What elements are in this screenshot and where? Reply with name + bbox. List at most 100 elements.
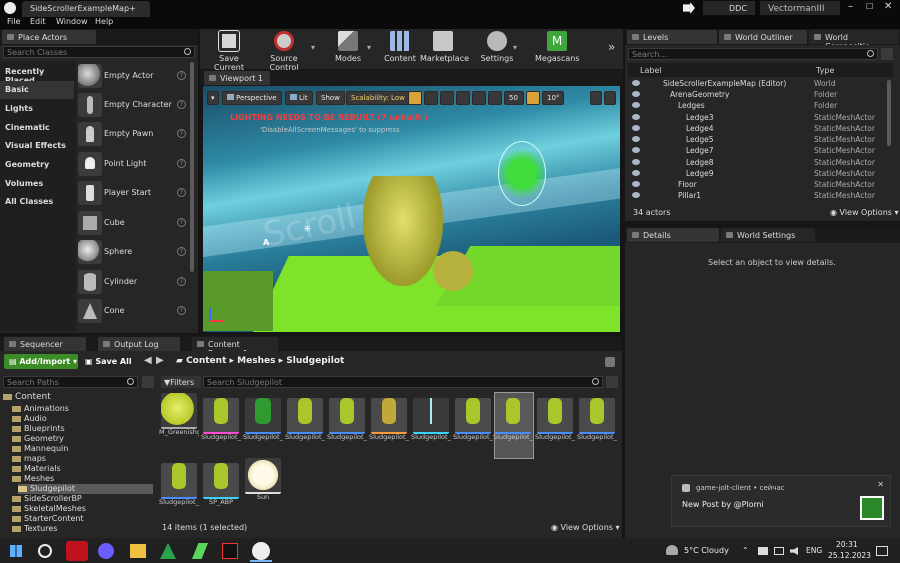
- tab-levels[interactable]: Levels: [627, 30, 717, 44]
- breadcrumb-content[interactable]: Content: [186, 356, 226, 366]
- place-actors-scrollbar[interactable]: [190, 62, 194, 272]
- settings-button[interactable]: Settings: [480, 31, 514, 67]
- asset-save-search-icon[interactable]: [606, 376, 618, 388]
- tab-viewport-1[interactable]: Viewport 1: [204, 71, 270, 85]
- actor-empty-pawn[interactable]: Empty Pawn?: [76, 120, 190, 148]
- tree-item[interactable]: Animations: [12, 404, 162, 414]
- tray-chevron-icon[interactable]: ⌃: [742, 546, 749, 555]
- visibility-eye-icon[interactable]: [632, 147, 640, 153]
- maximize-button[interactable]: ☐: [866, 2, 873, 11]
- menu-file[interactable]: File: [7, 17, 20, 26]
- grid-snap-icon[interactable]: [488, 91, 502, 105]
- back-arrow-icon[interactable]: ◀: [144, 355, 152, 366]
- asset-tile-selected[interactable]: Sludgepilot_simfloorsmash_Anim: [493, 392, 534, 459]
- visibility-eye-icon[interactable]: [632, 91, 640, 97]
- outliner-row[interactable]: Ledges Folder: [630, 100, 888, 111]
- opera-icon[interactable]: [66, 541, 88, 561]
- help-icon[interactable]: ?: [177, 247, 186, 256]
- forward-arrow-icon[interactable]: ▶: [156, 355, 164, 366]
- tab-world-composition[interactable]: World Compositio: [809, 30, 899, 51]
- asset-tile[interactable]: Sludgepilot_animfire_Anim: [327, 393, 367, 458]
- tab-details[interactable]: Details: [627, 228, 719, 242]
- help-icon[interactable]: ?: [177, 71, 186, 80]
- tree-item-selected[interactable]: Sludgepilot: [18, 484, 153, 494]
- tree-item[interactable]: SkeletalMeshes: [12, 504, 162, 514]
- unreal-engine-taskbar-icon[interactable]: [252, 542, 270, 560]
- viewport-canvas[interactable]: Scroll ✳ A LIGHTING NEEDS TO BE REBUILT …: [203, 86, 620, 332]
- actor-empty-actor[interactable]: Empty Actor?: [76, 62, 190, 90]
- sludgepilot-mesh[interactable]: [363, 176, 443, 286]
- outliner-scrollbar[interactable]: [887, 80, 891, 146]
- source-control-button[interactable]: Source Control: [256, 31, 312, 72]
- lock-icon[interactable]: [605, 357, 615, 367]
- category-lights[interactable]: Lights: [0, 100, 74, 118]
- modes-dropdown-icon[interactable]: ▾: [367, 43, 371, 52]
- help-icon[interactable]: ?: [177, 306, 186, 315]
- show-button[interactable]: Show: [316, 91, 345, 105]
- breadcrumb-meshes[interactable]: Meshes: [237, 356, 275, 366]
- tree-item[interactable]: SideScrollerBP: [12, 494, 162, 504]
- notification-center-icon[interactable]: [876, 546, 888, 556]
- category-volumes[interactable]: Volumes: [0, 175, 74, 193]
- category-recently-placed[interactable]: Recently Placed: [0, 63, 74, 85]
- close-window-button[interactable]: ✕: [884, 1, 892, 12]
- asset-tile[interactable]: M_Greenishgold: [159, 393, 199, 453]
- tab-content-browser[interactable]: Content Browser 1: [192, 337, 278, 358]
- outliner-row[interactable]: ArenaGeometry Folder: [630, 89, 888, 100]
- tree-item[interactable]: maps: [12, 454, 162, 464]
- outliner-row[interactable]: Ledge5 StaticMeshActor: [630, 134, 888, 145]
- visibility-eye-icon[interactable]: [632, 102, 640, 108]
- tree-item[interactable]: Textures: [12, 524, 162, 534]
- category-visual-effects[interactable]: Visual Effects: [0, 137, 74, 155]
- asset-tile[interactable]: Sludgepilot_animfire_Anim: [285, 393, 325, 458]
- search-paths-input[interactable]: Search Paths: [3, 376, 138, 388]
- tree-item[interactable]: StarterContent: [12, 514, 162, 524]
- tree-item[interactable]: Mannequin: [12, 444, 162, 454]
- asset-tile[interactable]: Sun: [245, 458, 283, 518]
- category-basic[interactable]: Basic: [0, 81, 74, 99]
- breadcrumb-sludgepilot[interactable]: Sludgepilot: [286, 356, 344, 366]
- column-label[interactable]: Label: [640, 66, 662, 75]
- actor-cone[interactable]: Cone?: [76, 297, 190, 325]
- tree-item[interactable]: Materials: [12, 464, 162, 474]
- outliner-settings-icon[interactable]: [881, 48, 893, 60]
- outliner-row[interactable]: Ledge9 StaticMeshActor: [630, 168, 888, 179]
- lit-button[interactable]: Lit: [285, 91, 313, 105]
- settings-dropdown-icon[interactable]: ▾: [513, 43, 517, 52]
- perspective-button[interactable]: Perspective: [222, 91, 282, 105]
- language-indicator[interactable]: ENG: [806, 546, 822, 555]
- modes-button[interactable]: Modes: [330, 31, 366, 67]
- clock-time[interactable]: 20:31: [836, 540, 858, 549]
- discord-icon[interactable]: [98, 543, 114, 559]
- filters-button[interactable]: ▼Filters: [161, 376, 201, 388]
- source-control-dropdown-icon[interactable]: ▾: [311, 43, 315, 52]
- actor-player-start[interactable]: Player Start?: [76, 179, 190, 207]
- asset-tile[interactable]: Sludgepilot_animfire_Skeleton: [411, 393, 451, 458]
- tree-item[interactable]: Audio: [12, 414, 162, 424]
- green-sphere-cluster[interactable]: [498, 141, 546, 206]
- content-view-options-button[interactable]: ◉ View Options ▾: [551, 523, 620, 532]
- grid-size-value[interactable]: 50: [504, 91, 524, 105]
- content-button[interactable]: Content: [384, 31, 416, 67]
- megascans-button[interactable]: M Megascans: [535, 31, 580, 67]
- scale-tool-icon[interactable]: [440, 91, 454, 105]
- visibility-eye-icon[interactable]: [632, 114, 640, 120]
- asset-tile[interactable]: Sludgepilot_animfire: [201, 393, 241, 458]
- surface-snap-icon[interactable]: [472, 91, 486, 105]
- tab-world-outliner[interactable]: World Outliner: [719, 30, 807, 44]
- asset-tile[interactable]: Sludgepilot_animfire_Physics: [369, 393, 409, 458]
- visibility-eye-icon[interactable]: [632, 159, 640, 165]
- viewport-options-button[interactable]: ▾: [207, 91, 219, 105]
- help-icon[interactable]: ?: [177, 277, 186, 286]
- actor-cylinder[interactable]: Cylinder?: [76, 268, 190, 296]
- clock-date[interactable]: 25.12.2023: [828, 551, 871, 560]
- help-icon[interactable]: ?: [177, 100, 186, 109]
- asset-search-input[interactable]: Search Sludgepilot: [203, 376, 603, 388]
- tree-item[interactable]: Blueprints: [12, 424, 162, 434]
- outliner-view-options-button[interactable]: ◉ View Options ▾: [830, 208, 899, 217]
- outliner-row[interactable]: Floor StaticMeshActor: [630, 179, 888, 190]
- tab-world-settings[interactable]: World Settings: [721, 228, 815, 242]
- tray-app-icon[interactable]: [758, 547, 768, 555]
- actor-cube[interactable]: Cube?: [76, 209, 190, 237]
- category-cinematic[interactable]: Cinematic: [0, 119, 74, 137]
